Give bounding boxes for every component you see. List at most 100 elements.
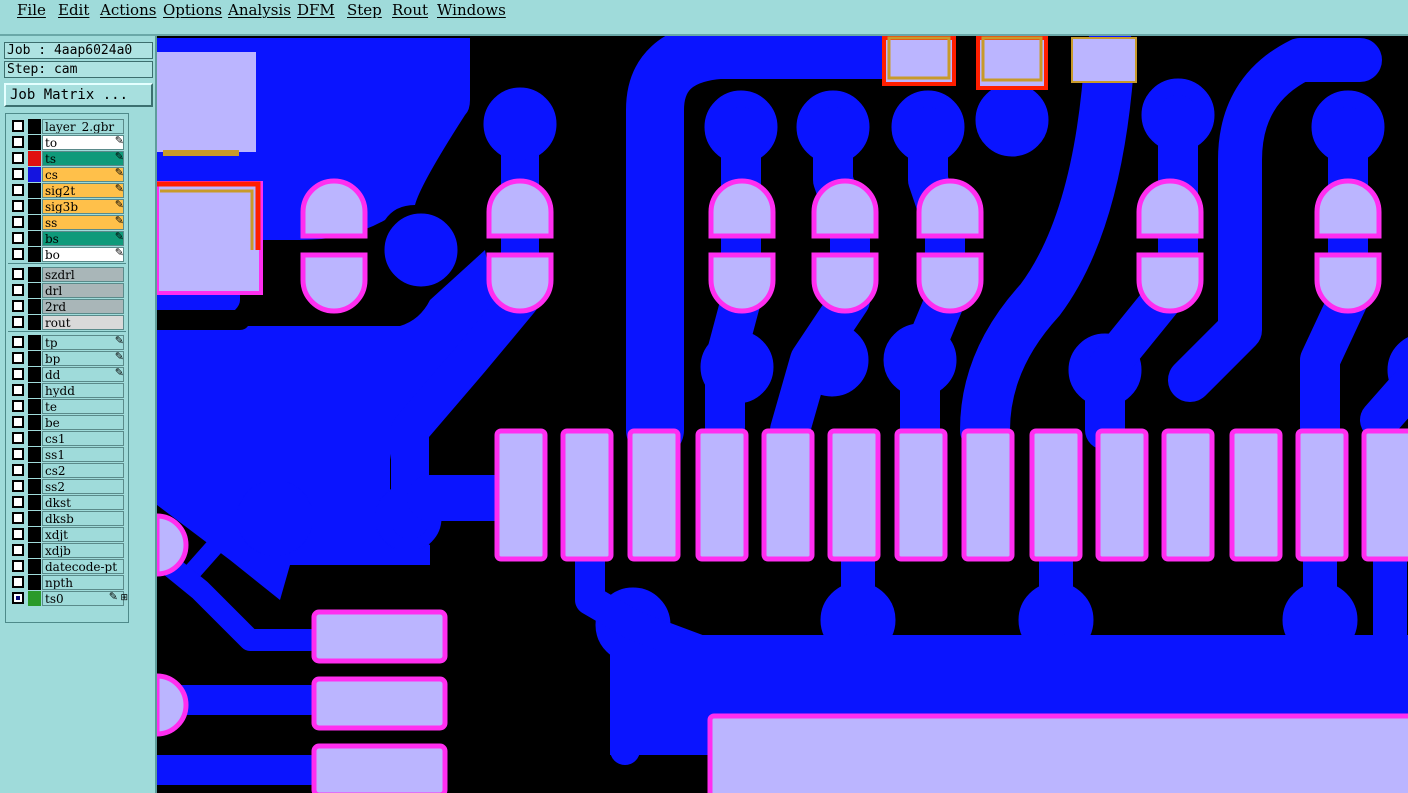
menu-file[interactable]: File bbox=[17, 1, 46, 19]
menu-dfm[interactable]: DFM bbox=[297, 1, 335, 19]
layer-color-swatch[interactable] bbox=[28, 335, 41, 350]
layer-visibility-checkbox[interactable] bbox=[12, 352, 24, 364]
layer-row[interactable]: ts ✎ bbox=[6, 150, 130, 166]
layer-row[interactable]: dksb bbox=[6, 510, 130, 526]
layer-color-swatch[interactable] bbox=[28, 299, 41, 314]
layer-name[interactable]: drl bbox=[42, 283, 124, 298]
layer-color-swatch[interactable] bbox=[28, 183, 41, 198]
layer-name[interactable]: ss2 bbox=[42, 479, 124, 494]
layer-color-swatch[interactable] bbox=[28, 231, 41, 246]
layer-row[interactable]: ss1 bbox=[6, 446, 130, 462]
layer-row[interactable]: tp ✎ bbox=[6, 334, 130, 350]
layer-color-swatch[interactable] bbox=[28, 591, 41, 606]
layer-row[interactable]: ss2 bbox=[6, 478, 130, 494]
layer-visibility-checkbox[interactable] bbox=[12, 576, 24, 588]
layer-visibility-checkbox[interactable] bbox=[12, 232, 24, 244]
layer-row[interactable]: sig3b ✎ bbox=[6, 198, 130, 214]
layer-visibility-checkbox[interactable] bbox=[12, 184, 24, 196]
layer-name[interactable]: sig3b bbox=[42, 199, 124, 214]
layer-color-swatch[interactable] bbox=[28, 575, 41, 590]
layer-row[interactable]: xdjb bbox=[6, 542, 130, 558]
menu-rout[interactable]: Rout bbox=[392, 1, 428, 19]
layer-visibility-checkbox[interactable] bbox=[12, 300, 24, 312]
layer-name[interactable]: datecode-pt bbox=[42, 559, 124, 574]
layer-visibility-checkbox[interactable] bbox=[12, 284, 24, 296]
job-matrix-button[interactable]: Job Matrix ... bbox=[4, 83, 153, 107]
layer-color-swatch[interactable] bbox=[28, 543, 41, 558]
layer-color-swatch[interactable] bbox=[28, 511, 41, 526]
layer-name[interactable]: cs2 bbox=[42, 463, 124, 478]
layer-visibility-checkbox[interactable] bbox=[12, 136, 24, 148]
layer-name[interactable]: sig2t bbox=[42, 183, 124, 198]
layer-row[interactable]: ts0 ✎ ⊞ bbox=[6, 590, 130, 606]
layer-visibility-checkbox[interactable] bbox=[12, 432, 24, 444]
layer-row[interactable]: bp ✎ bbox=[6, 350, 130, 366]
layer-row[interactable]: xdjt bbox=[6, 526, 130, 542]
layer-visibility-checkbox[interactable] bbox=[12, 200, 24, 212]
layer-row[interactable]: layer_2.gbr bbox=[6, 118, 130, 134]
layer-visibility-checkbox[interactable] bbox=[12, 544, 24, 556]
layer-visibility-checkbox[interactable] bbox=[12, 168, 24, 180]
layer-visibility-checkbox[interactable] bbox=[12, 384, 24, 396]
layer-color-swatch[interactable] bbox=[28, 527, 41, 542]
layer-color-swatch[interactable] bbox=[28, 199, 41, 214]
pcb-view[interactable] bbox=[157, 36, 1408, 793]
layer-visibility-checkbox[interactable] bbox=[12, 416, 24, 428]
layer-color-swatch[interactable] bbox=[28, 495, 41, 510]
layer-row[interactable]: szdrl bbox=[6, 266, 130, 282]
layer-color-swatch[interactable] bbox=[28, 431, 41, 446]
layer-color-swatch[interactable] bbox=[28, 135, 41, 150]
layer-color-swatch[interactable] bbox=[28, 151, 41, 166]
layer-visibility-checkbox[interactable] bbox=[12, 152, 24, 164]
menu-actions[interactable]: Actions bbox=[100, 1, 156, 19]
layer-visibility-checkbox[interactable] bbox=[12, 480, 24, 492]
layer-visibility-checkbox[interactable] bbox=[12, 448, 24, 460]
layer-color-swatch[interactable] bbox=[28, 383, 41, 398]
layer-name[interactable]: to bbox=[42, 135, 124, 150]
menu-windows[interactable]: Windows bbox=[437, 1, 506, 19]
layer-color-swatch[interactable] bbox=[28, 119, 41, 134]
layer-row[interactable]: datecode-pt bbox=[6, 558, 130, 574]
layer-name[interactable]: ss1 bbox=[42, 447, 124, 462]
layer-row[interactable]: rout bbox=[6, 314, 130, 330]
layer-color-swatch[interactable] bbox=[28, 267, 41, 282]
graphic-canvas[interactable] bbox=[157, 36, 1408, 793]
layer-name[interactable]: be bbox=[42, 415, 124, 430]
layer-row[interactable]: cs2 bbox=[6, 462, 130, 478]
layer-name[interactable]: hydd bbox=[42, 383, 124, 398]
layer-name[interactable]: tp bbox=[42, 335, 124, 350]
layer-row[interactable]: cs1 bbox=[6, 430, 130, 446]
layer-color-swatch[interactable] bbox=[28, 167, 41, 182]
layer-visibility-checkbox[interactable] bbox=[12, 120, 24, 132]
layer-color-swatch[interactable] bbox=[28, 447, 41, 462]
layer-color-swatch[interactable] bbox=[28, 351, 41, 366]
layer-visibility-checkbox[interactable] bbox=[12, 336, 24, 348]
layer-name[interactable]: layer_2.gbr bbox=[42, 119, 124, 134]
layer-visibility-checkbox[interactable] bbox=[12, 248, 24, 260]
layer-name[interactable]: xdjt bbox=[42, 527, 124, 542]
layer-row[interactable]: cs ✎ bbox=[6, 166, 130, 182]
layer-visibility-checkbox[interactable] bbox=[12, 560, 24, 572]
layer-visibility-checkbox[interactable] bbox=[12, 368, 24, 380]
layer-visibility-checkbox[interactable] bbox=[12, 592, 24, 604]
layer-name[interactable]: ss bbox=[42, 215, 124, 230]
layer-color-swatch[interactable] bbox=[28, 215, 41, 230]
layer-visibility-checkbox[interactable] bbox=[12, 528, 24, 540]
layer-name[interactable]: xdjb bbox=[42, 543, 124, 558]
layer-visibility-checkbox[interactable] bbox=[12, 216, 24, 228]
layer-color-swatch[interactable] bbox=[28, 367, 41, 382]
layer-visibility-checkbox[interactable] bbox=[12, 464, 24, 476]
layer-name[interactable]: bo bbox=[42, 247, 124, 262]
layer-row[interactable]: be bbox=[6, 414, 130, 430]
layer-name[interactable]: bp bbox=[42, 351, 124, 366]
layer-row[interactable]: bs ✎ bbox=[6, 230, 130, 246]
layer-color-swatch[interactable] bbox=[28, 559, 41, 574]
layer-name[interactable]: dksb bbox=[42, 511, 124, 526]
layer-row[interactable]: te bbox=[6, 398, 130, 414]
layer-color-swatch[interactable] bbox=[28, 315, 41, 330]
layer-row[interactable]: drl bbox=[6, 282, 130, 298]
layer-color-swatch[interactable] bbox=[28, 283, 41, 298]
layer-row[interactable]: bo ✎ bbox=[6, 246, 130, 262]
layer-row[interactable]: sig2t ✎ bbox=[6, 182, 130, 198]
layer-name[interactable]: cs bbox=[42, 167, 124, 182]
